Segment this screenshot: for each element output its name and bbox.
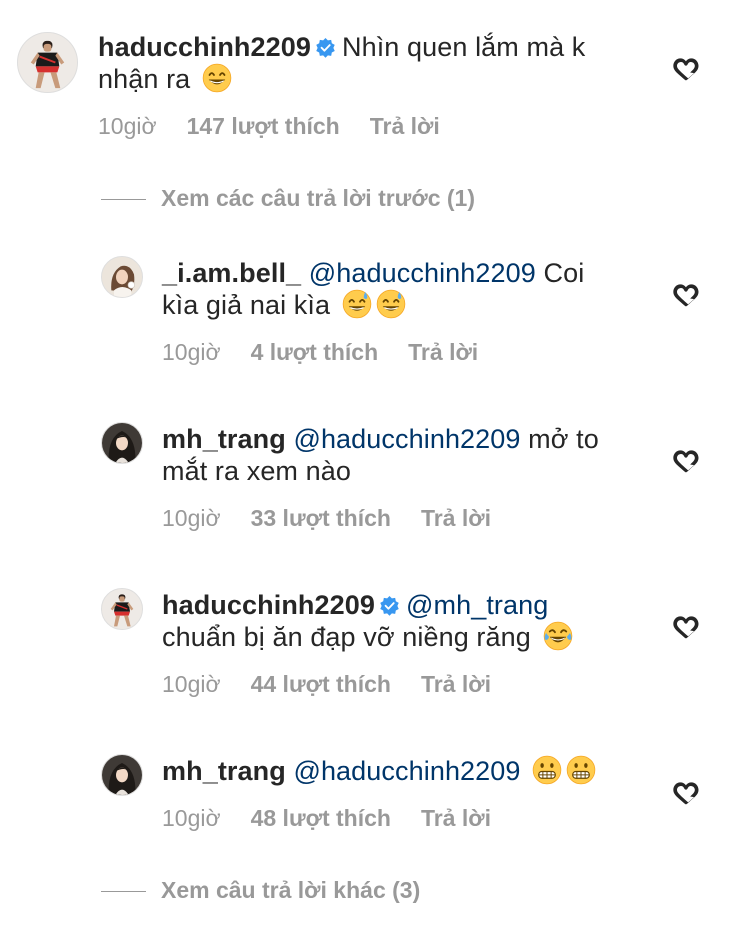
like-heart-icon[interactable] [672, 282, 700, 308]
like-heart-icon[interactable] [672, 780, 700, 806]
face-with-tears-of-joy-emoji-icon [543, 621, 573, 651]
view-previous-replies-label: Xem các câu trả lời trước (1) [161, 185, 475, 211]
comment-meta: 10giờ 147 lượt thích Trả lời [98, 112, 440, 140]
grinning-face-emoji-icon [202, 63, 232, 93]
comment-text: mh_trang @haducchinh2209 mở to mắt ra xe… [162, 423, 662, 487]
verified-badge-icon [315, 37, 336, 58]
avatar[interactable] [101, 256, 143, 298]
avatar-image [102, 423, 142, 463]
grimacing-face-emoji-icon [532, 755, 562, 785]
mention-link[interactable]: @haducchinh2209 [293, 424, 520, 454]
grimacing-face-emoji-icon [566, 755, 596, 785]
comment-text: haducchinh2209 @mh_trang chuẩn bị ăn đạp … [162, 589, 662, 653]
grinning-face-with-sweat-emoji-icon [342, 289, 372, 319]
comment-username[interactable]: mh_trang [162, 756, 286, 786]
like-heart-icon[interactable] [672, 614, 700, 640]
comment-text: haducchinh2209 Nhìn quen lắm mà k nhận ra [98, 31, 658, 95]
comment-text: _i.am.bell_ @haducchinh2209 Coi kìa giả … [162, 257, 662, 321]
comment-body-line1: Coi [543, 258, 585, 288]
reply-button[interactable]: Trả lời [421, 805, 491, 831]
mention-link[interactable]: @mh_trang [406, 590, 548, 620]
comment-likes[interactable]: 147 lượt thích [187, 113, 340, 139]
comment-likes[interactable]: 48 lượt thích [251, 805, 391, 831]
comment-likes[interactable]: 33 lượt thích [251, 505, 391, 531]
comment-body-line2: nhận ra [98, 64, 191, 94]
like-heart-icon[interactable] [672, 448, 700, 474]
comment-time: 10giờ [162, 671, 221, 697]
comment-time: 10giờ [162, 339, 221, 365]
verified-badge-icon [379, 595, 400, 616]
main-comment: haducchinh2209 Nhìn quen lắm mà k nhận ra… [0, 0, 741, 150]
divider-line [101, 199, 146, 201]
reply-button[interactable]: Trả lời [408, 339, 478, 365]
view-more-replies-button[interactable]: Xem câu trả lời khác (3) [101, 875, 420, 905]
comment-meta: 10giờ 44 lượt thích Trả lời [162, 670, 491, 698]
comment-username[interactable]: _i.am.bell_ [162, 258, 301, 288]
comment-username[interactable]: haducchinh2209 [98, 32, 311, 62]
view-more-replies-label: Xem câu trả lời khác (3) [161, 877, 421, 903]
comment-likes[interactable]: 4 lượt thích [251, 339, 379, 365]
comment-body-line1: Nhìn quen lắm mà k [341, 32, 586, 62]
avatar[interactable] [101, 754, 143, 796]
comment-time: 10giờ [162, 805, 221, 831]
comment-meta: 10giờ 48 lượt thích Trả lời [162, 804, 491, 832]
mention-link[interactable]: @haducchinh2209 [309, 258, 536, 288]
comment-time: 10giờ [162, 505, 221, 531]
reply-button[interactable]: Trả lời [421, 671, 491, 697]
comment-username[interactable]: haducchinh2209 [162, 590, 375, 620]
comment-body-line2: chuẩn bị ăn đạp vỡ niềng răng [162, 622, 531, 652]
reply-button[interactable]: Trả lời [421, 505, 491, 531]
grinning-face-with-sweat-emoji-icon [376, 289, 406, 319]
view-previous-replies-button[interactable]: Xem các câu trả lời trước (1) [101, 183, 475, 213]
comment-username[interactable]: mh_trang [162, 424, 286, 454]
like-heart-icon[interactable] [672, 56, 700, 82]
avatar-image [102, 257, 142, 297]
avatar-image [18, 33, 77, 92]
mention-link[interactable]: @haducchinh2209 [293, 756, 520, 786]
avatar-image [102, 755, 142, 795]
comment-meta: 10giờ 33 lượt thích Trả lời [162, 504, 491, 532]
avatar[interactable] [17, 32, 78, 93]
divider-line [101, 891, 146, 893]
comment-text: mh_trang @haducchinh2209 [162, 755, 662, 787]
comment-likes[interactable]: 44 lượt thích [251, 671, 391, 697]
avatar-image [102, 589, 142, 629]
avatar[interactable] [101, 588, 143, 630]
comment-meta: 10giờ 4 lượt thích Trả lời [162, 338, 478, 366]
comment-body-line2: kìa giả nai kìa [162, 290, 331, 320]
reply-button[interactable]: Trả lời [370, 113, 440, 139]
comment-thread: haducchinh2209 Nhìn quen lắm mà k nhận ra… [0, 0, 741, 937]
comment-body-line2: mắt ra xem nào [162, 456, 351, 486]
comment-time: 10giờ [98, 113, 157, 139]
comment-body-line1: mở to [528, 424, 599, 454]
avatar[interactable] [101, 422, 143, 464]
